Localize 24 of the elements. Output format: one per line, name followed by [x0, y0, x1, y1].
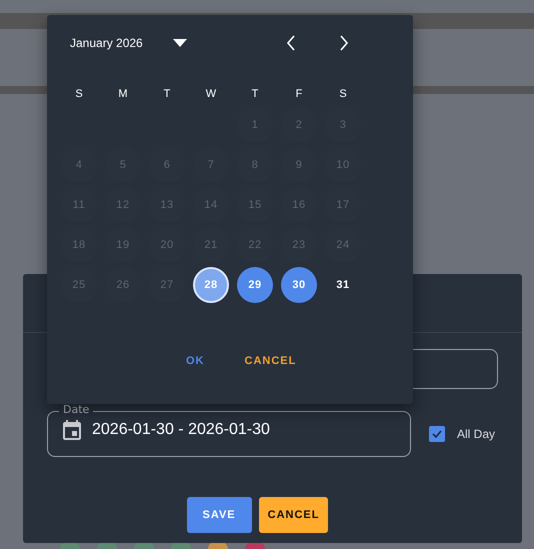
day-button[interactable]: 29 — [237, 267, 273, 303]
checkbox[interactable] — [429, 426, 445, 442]
field-value: 2026-01-30 - 2026-01-30 — [92, 421, 270, 439]
day-button[interactable]: 30 — [281, 267, 317, 303]
previous-icon[interactable] — [286, 35, 296, 51]
ok-button[interactable]: OK — [186, 355, 204, 367]
save-button[interactable]: SAVE — [186, 497, 252, 533]
weekday-label: T — [252, 88, 258, 100]
weekday-label: S — [339, 88, 347, 100]
weekday-label: M — [118, 88, 128, 100]
check-icon — [432, 430, 442, 438]
weekday-label: T — [164, 88, 170, 100]
next-icon[interactable] — [338, 35, 349, 51]
cancel-button[interactable]: CANCEL — [244, 355, 296, 367]
weekday-label: F — [296, 88, 302, 100]
calendar-icon — [60, 418, 84, 442]
day-button[interactable]: 31 — [325, 267, 361, 303]
field-label: Date — [59, 404, 94, 416]
month-label[interactable]: January 2026 — [70, 36, 143, 50]
checkbox-label: All Day — [457, 427, 496, 441]
dropdown-icon[interactable] — [172, 39, 187, 47]
cancel-button[interactable]: CANCEL — [258, 497, 328, 533]
weekday-label: S — [75, 88, 83, 100]
weekday-label: W — [206, 88, 216, 100]
